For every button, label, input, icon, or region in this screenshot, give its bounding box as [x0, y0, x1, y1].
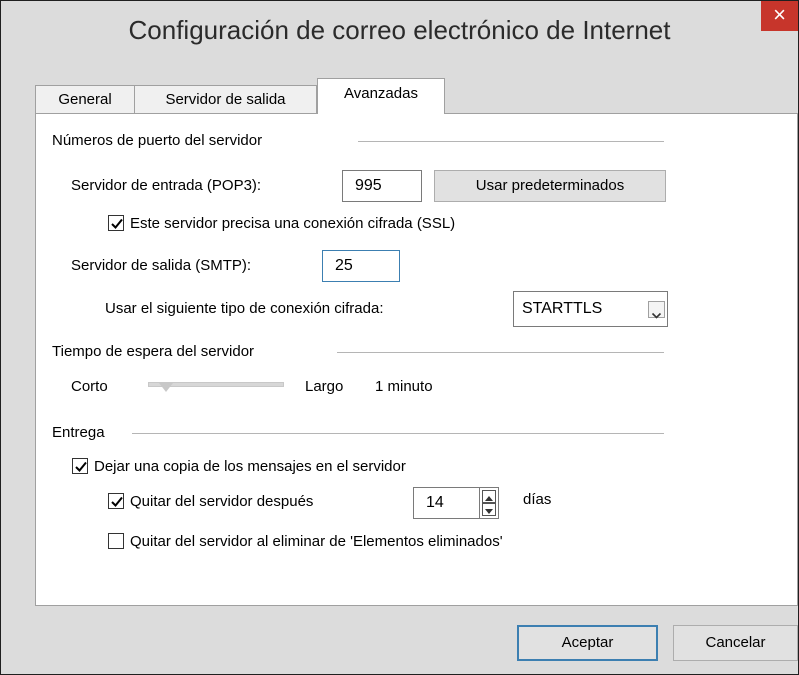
leave-copy-checkbox[interactable] [72, 458, 88, 474]
checkmark-icon [111, 496, 123, 507]
ports-group-label: Números de puerto del servidor [52, 132, 263, 149]
outgoing-port-input[interactable]: 25 [322, 250, 400, 282]
tab-avanzadas[interactable]: Avanzadas [317, 78, 445, 114]
timeout-long-label: Largo [305, 378, 344, 395]
window-title: Configuración de correo electrónico de I… [128, 15, 671, 45]
close-button[interactable]: × [761, 1, 798, 31]
spin-down-icon[interactable] [482, 503, 496, 516]
tab-servidor-de-salida[interactable]: Servidor de salida [134, 85, 317, 113]
group-divider [132, 433, 664, 434]
incoming-port-input[interactable]: 995 [342, 170, 422, 202]
ssl-checkbox[interactable] [108, 215, 124, 231]
chevron-down-icon [648, 301, 665, 319]
checkmark-icon [111, 218, 123, 229]
tab-label: Avanzadas [344, 85, 418, 102]
delivery-group-label: Entrega [52, 424, 105, 441]
leave-copy-label: Dejar una copia de los mensajes en el se… [94, 458, 406, 475]
remove-deleted-checkbox[interactable] [108, 533, 124, 549]
days-unit-label: días [523, 491, 552, 508]
timeout-value-label: 1 minuto [375, 378, 433, 395]
spin-up-icon[interactable] [482, 490, 496, 503]
days-input[interactable]: 14 [413, 487, 480, 519]
ok-button[interactable]: Aceptar [517, 625, 658, 661]
days-spinner[interactable] [479, 487, 499, 519]
timeout-slider-thumb[interactable] [159, 383, 173, 392]
encryption-type-select[interactable]: STARTTLS [513, 291, 668, 327]
use-defaults-button[interactable]: Usar predeterminados [434, 170, 666, 202]
timeout-short-label: Corto [71, 378, 108, 395]
encryption-type-label: Usar el siguiente tipo de conexión cifra… [105, 300, 384, 317]
remove-after-label: Quitar del servidor después [130, 493, 314, 510]
outgoing-port-label: Servidor de salida (SMTP): [71, 257, 252, 274]
group-divider [337, 352, 664, 353]
remove-deleted-label: Quitar del servidor al eliminar de 'Elem… [130, 533, 503, 550]
ssl-label: Este servidor precisa una conexión cifra… [130, 215, 456, 232]
group-divider [358, 141, 664, 142]
tab-panel-avanzadas: Números de puerto del servidor Servidor … [35, 113, 798, 606]
remove-after-checkbox[interactable] [108, 493, 124, 509]
tab-label: General [58, 91, 112, 108]
encryption-type-value: STARTTLS [522, 300, 603, 317]
tab-label: Servidor de salida [165, 91, 286, 108]
timeout-group-label: Tiempo de espera del servidor [52, 343, 255, 360]
checkmark-icon [75, 461, 87, 472]
close-icon: × [773, 2, 786, 27]
cancel-button[interactable]: Cancelar [673, 625, 798, 661]
tab-general[interactable]: General [35, 85, 135, 113]
incoming-port-label: Servidor de entrada (POP3): [71, 177, 262, 194]
title-bar: Configuración de correo electrónico de I… [1, 1, 798, 65]
dialog-window: Configuración de correo electrónico de I… [0, 0, 799, 675]
